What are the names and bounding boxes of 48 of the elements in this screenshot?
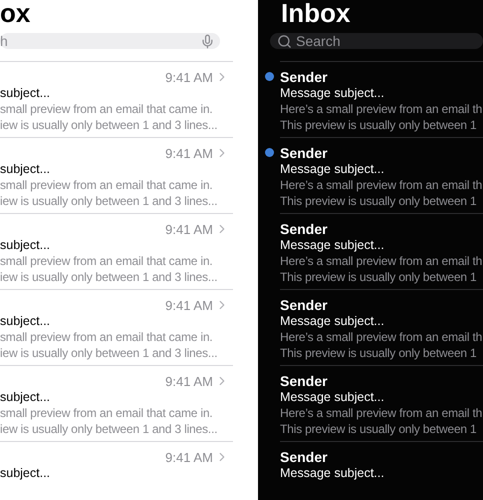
- message-subject: subject...: [0, 237, 50, 253]
- message-preview: This preview is usually only between 1: [280, 193, 476, 209]
- message-sender: Sender: [280, 69, 328, 85]
- message-preview: This preview is usually only between 1: [280, 269, 476, 285]
- message-time: 9:41 AM: [165, 70, 213, 84]
- message-preview: small preview from an email that came in.: [0, 177, 213, 193]
- message-preview: small preview from an email that came in.: [0, 329, 213, 345]
- message-time: 9:41 AM: [165, 298, 213, 312]
- message-time: 9:41 AM: [165, 450, 213, 464]
- message-subject: Message subject...: [280, 237, 384, 253]
- message-sender: Sender: [280, 145, 328, 161]
- message-preview: Here’s a small preview from an email th: [280, 101, 482, 117]
- message-preview: iew is usually only between 1 and 3 lines...: [0, 345, 218, 361]
- message-subject: subject...: [0, 85, 50, 101]
- message-subject: Message subject...: [280, 161, 384, 177]
- message-sender: Sender: [280, 221, 328, 237]
- message-preview: This preview is usually only between 1: [280, 345, 476, 361]
- message-preview: iew is usually only between 1 and 3 lines...: [0, 421, 218, 437]
- message-preview: Here’s a small preview from an email th: [280, 329, 482, 345]
- message-preview: This preview is usually only between 1: [280, 117, 476, 133]
- microphone-icon[interactable]: [200, 34, 215, 48]
- inbox-title: Inbox: [281, 0, 350, 26]
- message-time: 9:41 AM: [165, 146, 213, 160]
- message-subject: subject...: [0, 465, 50, 481]
- message-preview: Here’s a small preview from an email th: [280, 405, 482, 421]
- message-preview: small preview from an email that came in.: [0, 405, 213, 421]
- message-sender: Sender: [280, 297, 328, 313]
- message-preview: This preview is usually only between 1: [280, 421, 476, 437]
- inbox-title: ox: [0, 0, 30, 26]
- message-subject: subject...: [0, 161, 50, 177]
- message-subject: subject...: [0, 389, 50, 405]
- message-preview: iew is usually only between 1 and 3 lines...: [0, 269, 218, 285]
- message-preview: iew is usually only between 1 and 3 lines...: [0, 193, 218, 209]
- message-time: 9:41 AM: [165, 374, 213, 388]
- message-subject: subject...: [0, 313, 50, 329]
- message-preview: Here’s a small preview from an email th: [280, 177, 482, 193]
- message-subject: Message subject...: [280, 85, 384, 101]
- message-preview: Here’s a small preview from an email th: [280, 253, 482, 269]
- message-sender: Sender: [280, 373, 328, 389]
- message-time: 9:41 AM: [165, 222, 213, 236]
- message-subject: Message subject...: [280, 313, 384, 329]
- search-icon: [277, 34, 292, 48]
- message-preview: small preview from an email that came in.: [0, 101, 213, 117]
- message-preview: iew is usually only between 1 and 3 lines...: [0, 117, 218, 133]
- message-preview: small preview from an email that came in.: [0, 253, 213, 269]
- message-subject: Message subject...: [280, 465, 384, 481]
- message-subject: Message subject...: [280, 389, 384, 405]
- message-sender: Sender: [280, 449, 328, 465]
